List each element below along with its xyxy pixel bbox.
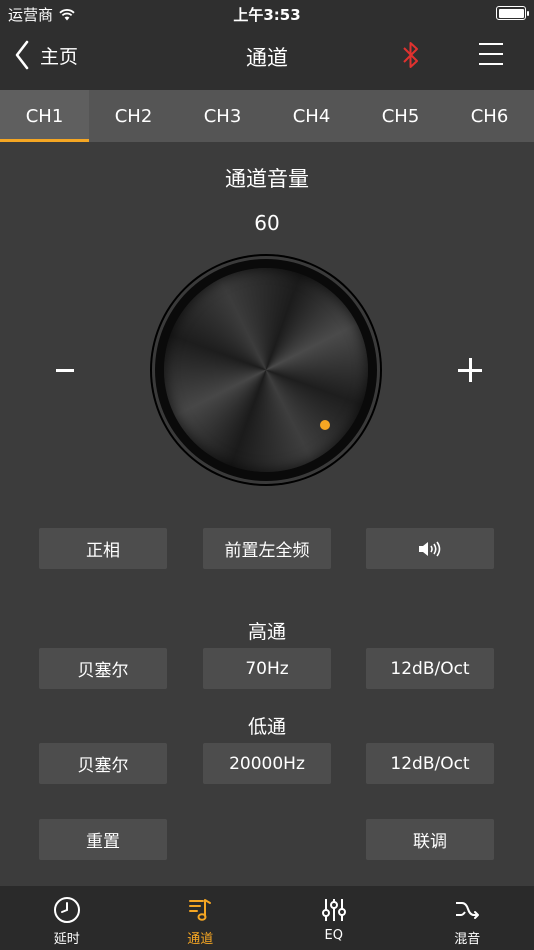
volume-increase-button[interactable]	[452, 352, 488, 388]
mute-button[interactable]	[366, 528, 494, 569]
music-list-icon	[189, 899, 212, 921]
status-time: 上午3:53	[233, 6, 301, 24]
lowpass-type-button[interactable]: 贝塞尔	[39, 743, 167, 784]
minus-icon	[56, 368, 74, 372]
highpass-slope-button[interactable]: 12dB/Oct	[366, 648, 494, 689]
bluetooth-icon	[403, 42, 418, 68]
bottom-tab-label: EQ	[324, 928, 343, 943]
status-bar: 运营商 上午3:53	[0, 0, 534, 28]
bottom-tab-eq[interactable]: EQ	[267, 886, 401, 950]
link-tuning-button[interactable]: 联调	[366, 819, 494, 860]
back-button[interactable]: 主页	[14, 40, 78, 70]
sliders-icon	[321, 899, 346, 921]
battery-icon	[496, 6, 529, 20]
volume-decrease-button[interactable]	[48, 350, 82, 390]
menu-button[interactable]	[478, 41, 504, 71]
channel-volume-label: 通道音量	[225, 167, 309, 191]
shuffle-icon	[456, 902, 480, 919]
lowpass-label: 低通	[247, 716, 286, 738]
bottom-tab-label: 延时	[53, 932, 80, 947]
channel-tabs: CH1 CH2 CH3 CH4 CH5 CH6	[0, 90, 534, 142]
hamburger-menu-icon	[479, 43, 503, 65]
page-title: 通道	[246, 46, 288, 70]
tab-ch5[interactable]: CH5	[356, 90, 445, 142]
highpass-freq-button[interactable]: 70Hz	[203, 648, 331, 689]
bottom-tab-delay[interactable]: 延时	[0, 886, 134, 950]
speaker-sound-icon	[419, 541, 441, 556]
tab-ch1[interactable]: CH1	[0, 90, 89, 142]
bluetooth-button[interactable]	[400, 40, 422, 74]
bottom-tab-channel[interactable]: 通道	[134, 886, 268, 950]
knob-indicator-dot	[320, 420, 330, 430]
reset-button[interactable]: 重置	[39, 819, 167, 860]
nav-bar: 主页 通道	[0, 28, 534, 90]
tab-ch4[interactable]: CH4	[267, 90, 356, 142]
bottom-tab-mix[interactable]: 混音	[401, 886, 534, 950]
phase-button[interactable]: 正相	[39, 528, 167, 569]
volume-knob[interactable]	[152, 256, 380, 484]
back-label: 主页	[40, 45, 79, 68]
chevron-left-icon	[15, 40, 29, 70]
highpass-type-button[interactable]: 贝塞尔	[39, 648, 167, 689]
clock-icon	[53, 897, 80, 923]
highpass-label: 高通	[247, 621, 286, 643]
tab-ch3[interactable]: CH3	[178, 90, 267, 142]
bottom-tab-bar: 延时 通道 EQ 混音	[0, 886, 534, 950]
knob-face	[164, 268, 368, 472]
bottom-tab-label: 通道	[187, 932, 214, 947]
lowpass-freq-button[interactable]: 20000Hz	[203, 743, 331, 784]
tab-ch6[interactable]: CH6	[445, 90, 534, 142]
lowpass-slope-button[interactable]: 12dB/Oct	[366, 743, 494, 784]
tab-ch2[interactable]: CH2	[89, 90, 178, 142]
channel-volume-value: 60	[254, 211, 280, 235]
position-button[interactable]: 前置左全频	[203, 528, 331, 569]
bottom-tab-label: 混音	[454, 932, 481, 947]
